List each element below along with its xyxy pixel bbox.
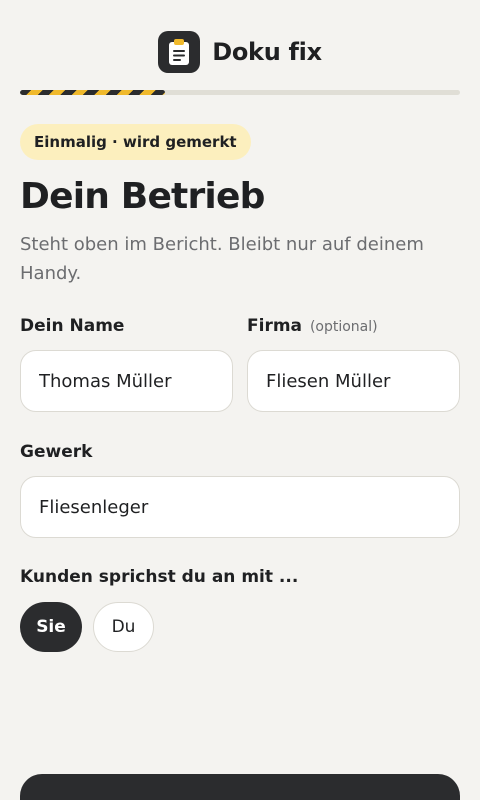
company-label: Firma (optional) <box>247 316 378 336</box>
clipboard-icon <box>158 31 201 73</box>
continue-button[interactable] <box>20 774 460 800</box>
page-subtitle: Steht oben im Bericht. Bleibt nur auf de… <box>20 234 424 284</box>
brand-name: Doku fix <box>212 38 322 66</box>
trade-label: Gewerk <box>20 442 93 462</box>
app-header: Doku fix <box>0 30 480 74</box>
company-input[interactable] <box>247 350 460 412</box>
name-label: Dein Name <box>20 316 125 336</box>
address-option-du[interactable]: Du <box>93 602 154 652</box>
page-title: Dein Betrieb <box>20 176 265 217</box>
optional-hint: (optional) <box>309 319 378 335</box>
progress-fill <box>20 90 166 95</box>
name-input[interactable] <box>20 350 233 412</box>
app-screen: Doku fix Einmalig · wird gemerkt Dein Be… <box>0 0 480 800</box>
trade-input[interactable] <box>20 476 460 538</box>
address-label: Kunden sprichst du an mit ... <box>20 567 299 587</box>
info-badge: Einmalig · wird gemerkt <box>20 124 251 160</box>
address-option-sie[interactable]: Sie <box>20 602 82 652</box>
progress-bar <box>20 90 460 95</box>
